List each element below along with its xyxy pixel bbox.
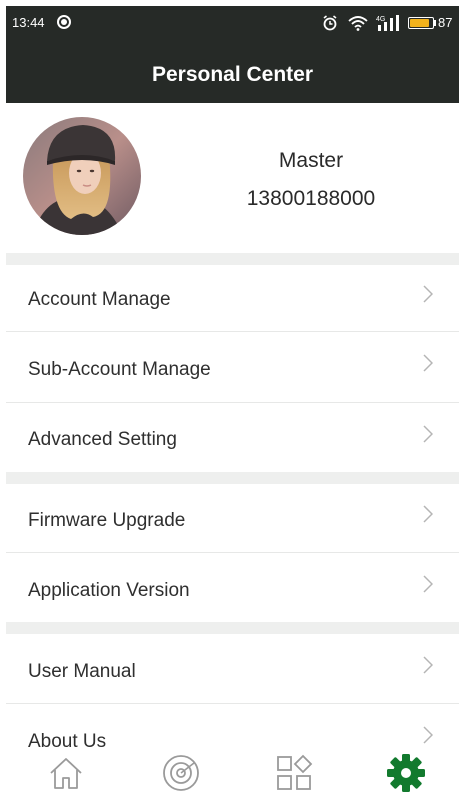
- chevron-right-icon: [423, 354, 433, 372]
- menu-item-firmware-upgrade[interactable]: Firmware Upgrade: [6, 484, 459, 552]
- menu-item-user-manual[interactable]: User Manual: [6, 634, 459, 703]
- app-header: 13:44 4G 87 Personal Center: [6, 6, 459, 103]
- menu-item-label: Advanced Setting: [28, 429, 177, 450]
- battery-level-fill: [410, 19, 430, 27]
- menu-item-advanced-setting[interactable]: Advanced Setting: [6, 403, 459, 472]
- chevron-right-icon: [423, 575, 433, 593]
- menu-item-label: About Us: [28, 731, 107, 748]
- menu-item-sub-account-manage[interactable]: Sub-Account Manage: [6, 332, 459, 402]
- section-gap: [6, 253, 459, 265]
- bottom-tab-bar: [6, 748, 459, 798]
- section-gap: [6, 622, 459, 634]
- chevron-right-icon: [423, 425, 433, 443]
- home-icon: [50, 758, 82, 789]
- avatar-image: [23, 117, 141, 235]
- wifi-icon: [348, 16, 368, 31]
- tab-home[interactable]: [36, 750, 96, 796]
- battery-icon: [408, 17, 434, 29]
- page-title: Personal Center: [151, 63, 314, 86]
- alarm-icon: [323, 15, 337, 31]
- settings-icon: [387, 754, 425, 792]
- battery-tip: [434, 20, 436, 26]
- profile-name: Master: [278, 149, 344, 172]
- chevron-right-icon: [423, 505, 433, 523]
- menu-item-account-manage[interactable]: Account Manage: [6, 265, 459, 331]
- menu-item-application-version[interactable]: Application Version: [6, 553, 459, 622]
- tab-settings[interactable]: [376, 750, 436, 796]
- chevron-right-icon: [423, 285, 433, 303]
- profile-phone: 13800188000: [246, 187, 376, 210]
- section-gap: [6, 472, 459, 484]
- screen: 13:44 4G 87 Personal Center Master 13800…: [0, 0, 459, 798]
- apps-icon: [277, 754, 313, 790]
- tab-monitor[interactable]: [151, 750, 211, 796]
- avatar[interactable]: [23, 117, 141, 235]
- menu-item-label: Account Manage: [28, 289, 171, 310]
- monitor-icon: [163, 755, 199, 791]
- signal-icon: 4G: [376, 15, 399, 31]
- svg-text:4G: 4G: [376, 16, 385, 23]
- menu-item-label: Application Version: [28, 580, 190, 601]
- tab-apps[interactable]: [264, 750, 324, 796]
- status-bar: 13:44 4G 87: [6, 6, 459, 34]
- chevron-right-icon: [423, 656, 433, 674]
- menu-item-label: User Manual: [28, 661, 136, 682]
- menu-item-about-us[interactable]: About Us: [6, 704, 459, 748]
- battery-percent: 87: [438, 15, 453, 30]
- chevron-right-icon: [423, 726, 433, 744]
- menu-item-label: Sub-Account Manage: [28, 359, 211, 380]
- status-time: 13:44: [12, 15, 45, 30]
- profile-card[interactable]: Master 13800188000: [6, 103, 459, 253]
- menu-item-label: Firmware Upgrade: [28, 510, 186, 531]
- dnd-icon: [57, 15, 71, 29]
